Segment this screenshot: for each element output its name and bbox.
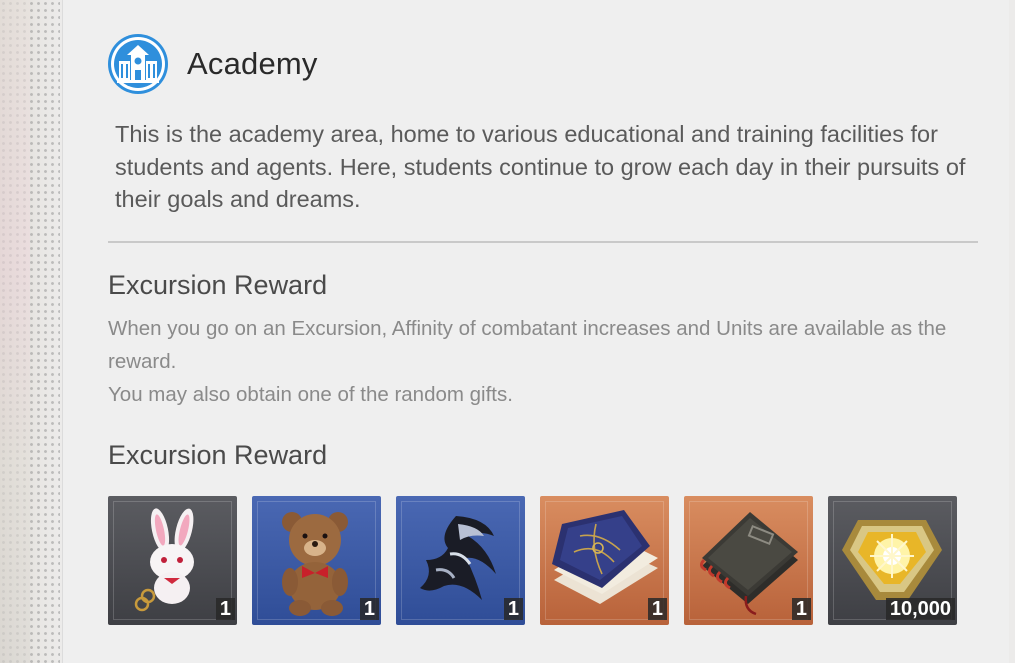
decorative-left-border — [0, 0, 60, 663]
area-info-panel: Academy This is the academy area, home t… — [62, 0, 1009, 663]
reward-item[interactable]: 1 — [540, 496, 669, 625]
reward-item[interactable]: 10,000 — [828, 496, 957, 625]
reward-item[interactable]: 1 — [252, 496, 381, 625]
item-quantity: 1 — [647, 598, 667, 620]
section-title-excursion-reward: Excursion Reward — [108, 270, 328, 300]
excursion-reward-description: When you go on an Excursion, Affinity of… — [108, 312, 968, 411]
reward-item[interactable]: 1 — [108, 496, 237, 625]
divider — [108, 241, 978, 243]
reward-item[interactable]: 1 — [684, 496, 813, 625]
page-title: Academy — [187, 46, 318, 81]
panel-header: Academy — [107, 33, 318, 95]
section-title-excursion-reward-items: Excursion Reward — [108, 440, 328, 470]
reward-item[interactable]: 1 — [396, 496, 525, 625]
reward-description-line: When you go on an Excursion, Affinity of… — [108, 317, 947, 373]
item-quantity: 1 — [503, 598, 523, 620]
item-quantity: 1 — [359, 598, 379, 620]
item-quantity: 10,000 — [885, 598, 955, 620]
area-description: This is the academy area, home to variou… — [115, 121, 966, 212]
academy-building-icon — [108, 34, 168, 94]
reward-items-list: 1 1 1 1 1 10,000 — [108, 496, 957, 625]
reward-description-line: You may also obtain one of the random gi… — [108, 383, 513, 406]
item-quantity: 1 — [215, 598, 235, 620]
item-quantity: 1 — [791, 598, 811, 620]
